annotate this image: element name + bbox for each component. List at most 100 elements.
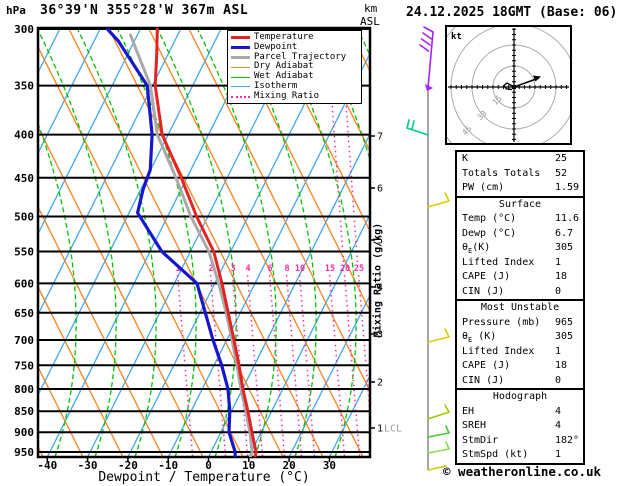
- km-tick-label: 7: [377, 132, 383, 143]
- indices-value: 52: [555, 167, 568, 179]
- indices-value: 305: [555, 242, 574, 253]
- indices-label: K: [462, 153, 469, 164]
- indices-row: Totals Totals 52: [457, 167, 583, 182]
- wind-barb: [445, 425, 450, 434]
- indices-label: EH: [462, 405, 475, 417]
- pressure-tick-label: 350: [14, 80, 34, 93]
- indices-row: EH 4: [457, 405, 583, 420]
- km-tick-label: 6: [377, 184, 383, 195]
- mixing-ratio-value-label: 20: [340, 264, 350, 274]
- wet-adiabat-line: [156, 28, 237, 457]
- km-tick-label: 2: [377, 378, 383, 389]
- wind-barb: [445, 441, 450, 450]
- wind-barb: [427, 432, 450, 438]
- indices-value: 4: [555, 420, 562, 431]
- indices-section: Surface Temp (°C) 11.6 Dewp (°C) 6.7 θE(K) 305…: [457, 195, 583, 300]
- indices-row: K 25: [457, 152, 583, 167]
- indices-row: Dewp (°C) 6.7: [457, 227, 583, 242]
- indices-value: 18: [555, 360, 568, 371]
- indices-label: StmSpd (kt): [462, 449, 529, 460]
- indices-row: Lifted Index 1: [457, 256, 583, 271]
- hodograph-ring-label: 45: [460, 124, 473, 137]
- legend-swatch: [231, 86, 250, 88]
- indices-row: PW (cm) 1.59: [457, 181, 583, 196]
- lcl-label: LCL: [384, 424, 402, 435]
- indices-value: 4: [555, 405, 562, 417]
- mixing-ratio-value-label: 10: [295, 264, 305, 274]
- indices-value: 0: [555, 285, 562, 297]
- indices-label: Lifted Index: [462, 345, 535, 357]
- indices-row: θE(K) 305: [457, 241, 583, 256]
- indices-value: 965: [555, 316, 574, 328]
- indices-label: Totals Totals: [462, 167, 541, 179]
- pressure-tick-label: 900: [14, 426, 34, 439]
- pressure-tick-label: 500: [14, 210, 34, 223]
- indices-label: Pressure (mb): [462, 316, 541, 328]
- mixing-ratio-value-label: 3: [230, 264, 235, 274]
- mixing-ratio-axis-title: Mixing Ratio (g/kg): [372, 222, 384, 338]
- wind-barb: [444, 328, 450, 338]
- indices-section: Most Unstable Pressure (mb) 965 θE (K) 305 Li…: [457, 299, 583, 388]
- pressure-tick-label: 450: [14, 172, 34, 185]
- indices-row: Pressure (mb) 965: [457, 316, 583, 331]
- chart-legend: Temperature Dewpoint Parcel Trajectory Dry …: [227, 30, 362, 104]
- indices-row: Lifted Index 1: [457, 345, 583, 360]
- wind-barb: [427, 336, 450, 343]
- skewt-sounding-page: hPa 36°39'N 355°28'W 367m ASL km ASL 24.…: [0, 0, 629, 486]
- indices-label: θE(K): [462, 242, 491, 255]
- legend-swatch: [231, 55, 250, 59]
- wind-barb: [444, 404, 450, 413]
- mixing-ratio-value-label: 15: [325, 264, 335, 274]
- indices-section: Hodograph EH 4 SREH 4 StmDir 182° StmSpd (kt) 1: [457, 388, 583, 463]
- hodograph-ring-label: 30: [475, 109, 488, 122]
- pressure-tick-label: 800: [14, 383, 34, 396]
- legend-swatch: [231, 66, 250, 68]
- wind-barb: [419, 44, 430, 52]
- wind-barb: [427, 200, 450, 208]
- wind-barb: [427, 31, 434, 89]
- indices-label: PW (cm): [462, 182, 505, 193]
- indices-label: CAPE (J): [462, 360, 511, 371]
- indices-value: 1: [555, 449, 562, 460]
- x-axis-title: Dewpoint / Temperature (°C): [98, 470, 310, 485]
- indices-row: θE (K) 305: [457, 330, 583, 345]
- mixing-ratio-value-label: 8: [284, 264, 289, 274]
- indices-row: Temp (°C) 11.6: [457, 212, 583, 227]
- indices-label: Temp (°C): [462, 213, 517, 224]
- indices-value: 182°: [555, 434, 580, 446]
- legend-swatch: [231, 76, 250, 78]
- indices-value: 1: [555, 345, 562, 357]
- indices-value: 11.6: [555, 213, 580, 224]
- mixing-ratio-value-label: 4: [245, 264, 250, 274]
- wind-barb: [420, 38, 431, 46]
- indices-label: Lifted Index: [462, 256, 535, 268]
- legend-swatch: [231, 95, 250, 98]
- indices-value: 6.7: [555, 227, 574, 239]
- indices-section-header: Hodograph: [492, 391, 548, 402]
- indices-label: SREH: [462, 420, 487, 431]
- wind-barb: [406, 119, 410, 129]
- indices-label: θE (K): [462, 331, 497, 344]
- indices-section-header: Surface: [498, 198, 542, 210]
- wind-barb: [427, 448, 450, 454]
- legend-swatch: [231, 36, 250, 40]
- indices-label: CIN (J): [462, 285, 505, 297]
- hodograph-origin-marker: [512, 85, 516, 89]
- wet-adiabat-line: [38, 28, 117, 457]
- indices-value: 305: [555, 331, 574, 342]
- wind-barb: [427, 411, 450, 420]
- pressure-tick-label: 650: [14, 307, 34, 320]
- indices-label: Dewp (°C): [462, 227, 517, 239]
- wind-barb: [422, 32, 433, 40]
- copyright: © weatheronline.co.uk: [443, 464, 602, 479]
- pressure-tick-label: 300: [14, 23, 34, 36]
- indices-value: 25: [555, 153, 568, 164]
- indices-row: CIN (J) 0: [457, 374, 583, 389]
- indices-tables: K 25 Totals Totals 52 PW (cm) 1.59 Surface Temp…: [455, 150, 585, 465]
- wind-barb: [444, 192, 450, 202]
- hodograph-unit-label: kt: [451, 32, 462, 42]
- wind-barb: [411, 120, 415, 130]
- pressure-tick-label: 600: [14, 277, 34, 290]
- mixing-ratio-value-label: 25: [354, 264, 364, 274]
- pressure-tick-label: 950: [14, 446, 34, 459]
